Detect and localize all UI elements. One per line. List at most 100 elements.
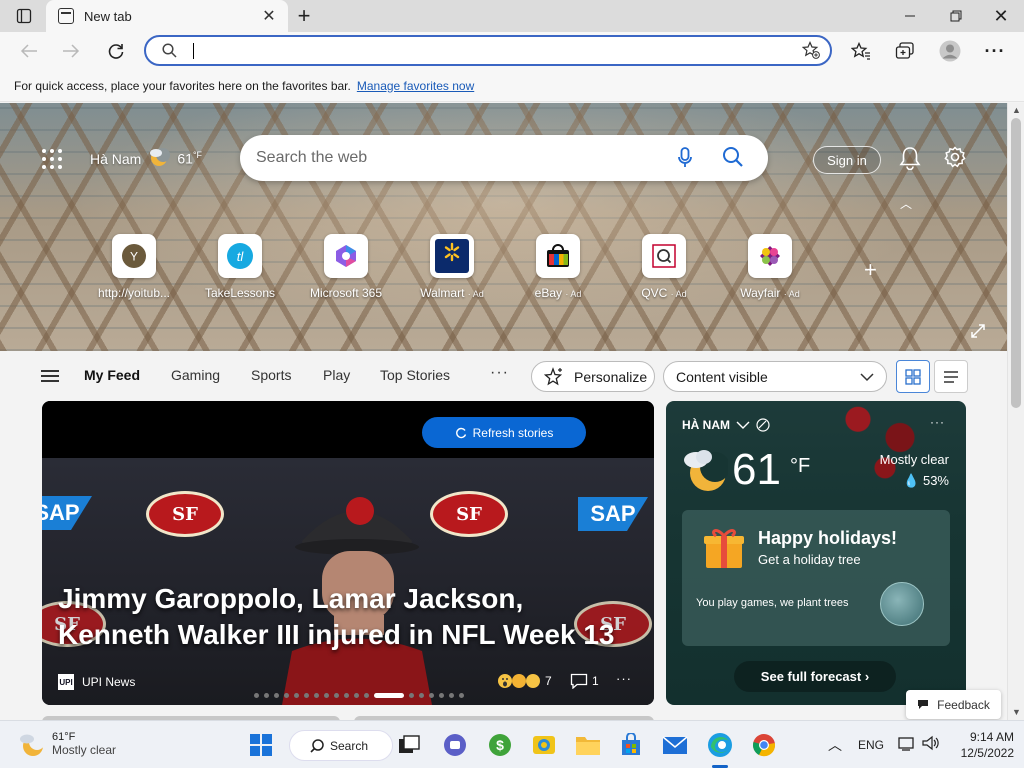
profile-avatar[interactable] xyxy=(935,36,965,66)
carousel-dot[interactable] xyxy=(429,693,434,698)
carousel-dot[interactable] xyxy=(449,693,454,698)
input-language[interactable]: ENG xyxy=(858,738,884,752)
forward-button[interactable] xyxy=(56,36,86,66)
more-tabs-button[interactable]: ··· xyxy=(490,364,509,382)
tab-sports[interactable]: Sports xyxy=(251,367,291,383)
carousel-dot[interactable] xyxy=(354,693,359,698)
tab-my-feed[interactable]: My Feed xyxy=(84,367,140,383)
expand-icon[interactable] xyxy=(970,323,986,344)
microsoft-store-icon[interactable] xyxy=(615,729,647,761)
address-input[interactable] xyxy=(196,41,756,61)
carousel-dot[interactable] xyxy=(459,693,464,698)
favorites-button[interactable] xyxy=(846,36,876,66)
settings-menu-button[interactable]: ··· xyxy=(980,36,1010,66)
manage-favorites-link[interactable]: Manage favorites now xyxy=(357,79,474,93)
story-headline[interactable]: Jimmy Garoppolo, Lamar Jackson, Kenneth … xyxy=(58,581,638,653)
task-view-icon[interactable] xyxy=(393,729,425,761)
hero-weather[interactable]: Hà Nam 61°F xyxy=(90,146,202,171)
grid-view-button[interactable] xyxy=(896,360,930,393)
refresh-button[interactable] xyxy=(101,36,131,66)
back-button[interactable] xyxy=(14,36,44,66)
carousel-dot[interactable] xyxy=(324,693,329,698)
personalize-button[interactable]: Personalize xyxy=(531,361,655,392)
refresh-stories-button[interactable]: Refresh stories xyxy=(422,417,586,448)
tab-actions-icon[interactable] xyxy=(6,0,42,32)
add-favorite-icon[interactable] xyxy=(801,41,820,64)
add-quicklink-button[interactable]: + xyxy=(864,257,877,283)
carousel-dot[interactable] xyxy=(334,693,339,698)
teams-chat-icon[interactable] xyxy=(439,729,471,761)
chevron-up-icon[interactable]: ︿ xyxy=(828,735,842,755)
notification-bell-icon[interactable] xyxy=(899,146,921,175)
quicklink-takelessons[interactable]: tl TakeLessons xyxy=(190,234,290,300)
quicklink-youtube[interactable]: Y http://yoitub... xyxy=(84,234,184,300)
quicklink-walmart[interactable]: Walmart · Ad xyxy=(402,234,502,300)
weather-card[interactable]: HÀ NAM ··· 61 °F Mostly clear 💧 53% Happ… xyxy=(666,401,966,705)
chrome-icon[interactable] xyxy=(748,729,780,761)
tab-play[interactable]: Play xyxy=(323,367,350,383)
carousel-dot[interactable] xyxy=(314,693,319,698)
reactions-button[interactable]: 7 xyxy=(497,673,552,689)
clock[interactable]: 9:14 AM 12/5/2022 xyxy=(948,729,1014,761)
search-submit-icon[interactable] xyxy=(722,146,744,173)
carousel-dot[interactable] xyxy=(364,693,369,698)
content-visibility-select[interactable]: Content visible xyxy=(663,361,887,392)
minimize-button[interactable] xyxy=(888,0,932,32)
carousel-dot[interactable] xyxy=(419,693,424,698)
carousel-dot[interactable] xyxy=(374,693,404,698)
carousel-dot[interactable] xyxy=(344,693,349,698)
web-search-box[interactable] xyxy=(240,135,768,181)
tab-close-icon[interactable]: ✕ xyxy=(260,6,278,26)
money-app-icon[interactable]: $ xyxy=(484,729,516,761)
window-close-button[interactable]: ✕ xyxy=(978,0,1024,32)
carousel-dot[interactable] xyxy=(409,693,414,698)
browser-tab[interactable]: New tab ✕ xyxy=(46,0,288,32)
story-more-options[interactable]: ··· xyxy=(616,671,632,686)
microphone-icon[interactable] xyxy=(677,147,693,174)
story-source[interactable]: UPI UPI News xyxy=(58,674,135,690)
carousel-indicator[interactable] xyxy=(254,693,464,698)
system-tray[interactable] xyxy=(898,735,940,751)
windows-start-icon[interactable] xyxy=(245,729,277,761)
chevron-up-icon[interactable]: ︿ xyxy=(900,195,912,212)
apps-launcher-icon[interactable] xyxy=(42,149,62,169)
scroll-down-arrow-icon[interactable]: ▼ xyxy=(1012,707,1021,717)
carousel-dot[interactable] xyxy=(304,693,309,698)
weather-location[interactable]: HÀ NAM xyxy=(682,418,770,432)
tab-gaming[interactable]: Gaming xyxy=(171,367,220,383)
mail-icon[interactable] xyxy=(659,729,691,761)
quicklink-microsoft365[interactable]: Microsoft 365 xyxy=(296,234,396,300)
hamburger-menu-icon[interactable] xyxy=(41,370,59,382)
file-explorer-icon[interactable] xyxy=(572,729,604,761)
gear-icon[interactable] xyxy=(944,146,966,173)
new-tab-button[interactable]: + xyxy=(290,0,318,32)
weather-more-options[interactable]: ··· xyxy=(930,415,945,429)
page-scrollbar[interactable]: ▲ ▼ xyxy=(1007,103,1024,720)
quicklink-ebay[interactable]: eBay · Ad xyxy=(508,234,608,300)
address-bar[interactable] xyxy=(144,35,832,66)
comments-button[interactable]: 1 xyxy=(570,673,599,689)
top-story-card[interactable]: SAP SF SF SAP SF SF Refresh stories Jimm… xyxy=(42,401,654,705)
scroll-up-arrow-icon[interactable]: ▲ xyxy=(1012,105,1021,115)
carousel-dot[interactable] xyxy=(274,693,279,698)
scrollbar-thumb[interactable] xyxy=(1011,118,1021,408)
web-search-input[interactable] xyxy=(256,147,656,169)
list-view-button[interactable] xyxy=(934,360,968,393)
carousel-dot[interactable] xyxy=(284,693,289,698)
restore-button[interactable] xyxy=(934,0,978,32)
quicklink-qvc[interactable]: QVC · Ad xyxy=(614,234,714,300)
tab-top-stories[interactable]: Top Stories xyxy=(380,367,450,383)
sign-in-button[interactable]: Sign in xyxy=(813,146,881,174)
carousel-dot[interactable] xyxy=(439,693,444,698)
feedback-button[interactable]: Feedback xyxy=(906,690,1001,719)
edge-browser-icon[interactable] xyxy=(704,729,736,761)
quicklink-wayfair[interactable]: Wayfair · Ad xyxy=(720,234,820,300)
carousel-dot[interactable] xyxy=(294,693,299,698)
taskbar-weather-widget[interactable]: 61°F Mostly clear xyxy=(18,731,116,757)
photos-app-icon[interactable] xyxy=(528,729,560,761)
see-full-forecast-button[interactable]: See full forecast › xyxy=(734,661,896,692)
collections-button[interactable] xyxy=(890,36,920,66)
carousel-dot[interactable] xyxy=(264,693,269,698)
holiday-promo[interactable]: Happy holidays! Get a holiday tree You p… xyxy=(682,510,950,646)
taskbar-search[interactable]: Search xyxy=(289,730,393,761)
